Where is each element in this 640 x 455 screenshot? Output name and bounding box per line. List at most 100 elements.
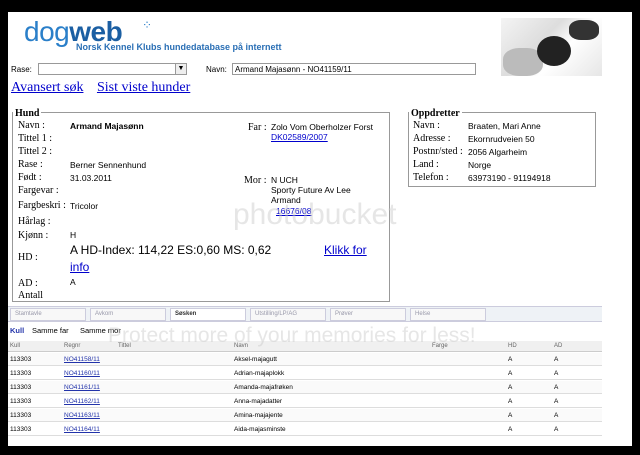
hd-label: HD : — [18, 252, 38, 263]
breeder-address: Ekornrudveien 50 — [468, 134, 535, 144]
table-row[interactable]: 113303 NO41158/11 Aksel-majagutt A A — [8, 353, 602, 366]
ad-label: AD : — [18, 278, 38, 289]
oppdretter-title: Oppdretter — [409, 108, 462, 119]
dog-birthdate: 31.03.2011 — [70, 173, 112, 183]
cell-ad: A — [554, 398, 559, 405]
cell-kull: 113303 — [10, 370, 32, 377]
cell-hd: A — [508, 384, 513, 391]
col-navn: Navn — [234, 343, 249, 349]
tab-prover[interactable]: Prøver — [330, 308, 406, 321]
breeder-land-label: Land : — [413, 159, 439, 170]
cell-regnr-link[interactable]: NO41158/11 — [64, 356, 100, 363]
subtab-samme-mor[interactable]: Samme mor — [80, 326, 121, 335]
mor-name-cont: Armand — [271, 195, 301, 205]
advanced-search-link[interactable]: Avansert søk — [11, 80, 83, 95]
tab-helse[interactable]: Helse — [410, 308, 486, 321]
breeder-country: Norge — [468, 160, 492, 170]
dog-color: Tricolor — [70, 201, 99, 211]
col-ad: AD — [554, 343, 563, 349]
tab-utstilling[interactable]: Utstilling/LP/AG — [250, 308, 326, 321]
hund-title: Hund — [13, 108, 42, 119]
far-label: Far : — [248, 122, 267, 133]
cell-kull: 113303 — [10, 384, 32, 391]
cell-kull: 113303 — [10, 426, 32, 433]
tab-sosken[interactable]: Søsken — [170, 308, 246, 321]
cell-kull: 113303 — [10, 356, 32, 363]
fargevar-label: Fargevar : — [18, 185, 59, 196]
table-row[interactable]: 113303 NO41162/11 Anna-majadatter A A — [8, 395, 602, 408]
dog-photo — [501, 18, 602, 76]
tab-stamtavle[interactable]: Stamtavle — [10, 308, 86, 321]
tittel1-label: Tittel 1 : — [18, 133, 53, 144]
breeder-adresse-label: Adresse : — [413, 133, 451, 144]
cell-ad: A — [554, 356, 559, 363]
cell-kull: 113303 — [10, 412, 32, 419]
dog-ad: A — [70, 277, 76, 287]
cell-regnr-link[interactable]: NO41161/11 — [64, 384, 100, 391]
recent-dogs-link[interactable]: Sist viste hunder — [97, 80, 190, 95]
subtab-samme-far[interactable]: Samme far — [32, 326, 69, 335]
col-hd: HD — [508, 343, 517, 349]
cell-navn: Anna-majadatter — [234, 398, 283, 405]
dog-sex: H — [70, 230, 77, 240]
cell-ad: A — [554, 426, 559, 433]
far-reg-link[interactable]: DK02589/2007 — [271, 132, 328, 142]
cell-navn: Adrian-majaplokk — [234, 370, 285, 377]
dog-breed: Berner Sennenhund — [70, 160, 147, 170]
cell-hd: A — [508, 412, 513, 419]
paw-icon: ⁘ — [142, 18, 153, 32]
cell-regnr-link[interactable]: NO41163/11 — [64, 412, 100, 419]
cell-navn: Amanda-majafrøken — [234, 384, 293, 391]
rase-field-label: Rase : — [18, 159, 43, 170]
tab-avkom[interactable]: Avkom — [90, 308, 166, 321]
navn-field-label: Navn : — [18, 120, 45, 131]
table-row[interactable]: 113303 NO41160/11 Adrian-majaplokk A A — [8, 367, 602, 380]
navn-input[interactable] — [232, 63, 476, 75]
breeder-navn-label: Navn : — [413, 120, 440, 131]
breeder-phone: 63973190 - 91194918 — [468, 173, 551, 183]
cell-regnr-link[interactable]: NO41164/11 — [64, 426, 100, 433]
cell-navn: Amina-majajente — [234, 412, 283, 419]
table-row[interactable]: 113303 NO41164/11 Aida-majasminste A A — [8, 423, 602, 436]
dog-name: Armand Majasønn — [70, 121, 144, 131]
col-kull: Kull — [10, 343, 21, 349]
hd-result: A HD-Index: 114,22 ES:0,60 MS: 0,62 — [70, 243, 272, 257]
cell-ad: A — [554, 370, 559, 377]
col-tittel: Tittel — [118, 343, 131, 349]
far-name: Zolo Vom Oberholzer Forst — [271, 122, 374, 132]
subtab-kull[interactable]: Kull — [10, 326, 24, 335]
tagline: Norsk Kennel Klubs hundedatabase på inte… — [76, 42, 282, 52]
mor-title: N UCH — [271, 175, 298, 185]
chevron-down-icon[interactable]: ▼ — [175, 64, 186, 74]
table-row[interactable]: 113303 NO41161/11 Amanda-majafrøken A A — [8, 381, 602, 394]
cell-regnr-link[interactable]: NO41160/11 — [64, 370, 100, 377]
cell-hd: A — [508, 398, 513, 405]
cell-hd: A — [508, 426, 513, 433]
kjonn-label: Kjønn : — [18, 230, 49, 241]
table-header: Kull Regnr Tittel Navn Farge HD AD — [8, 341, 602, 352]
rase-select[interactable]: ▼ — [38, 63, 187, 75]
tittel2-label: Tittel 2 : — [18, 146, 53, 157]
mor-label: Mor : — [244, 175, 267, 186]
page-edge — [602, 12, 632, 446]
cell-hd: A — [508, 370, 513, 377]
breeder-telefon-label: Telefon : — [413, 172, 449, 183]
table-row[interactable]: 113303 NO41163/11 Amina-majajente A A — [8, 409, 602, 422]
hund-panel — [12, 112, 390, 302]
cell-kull: 113303 — [10, 398, 32, 405]
col-regnr: Regnr — [64, 343, 81, 349]
fodt-label: Født : — [18, 172, 42, 183]
mor-name: Sporty Future Av Lee — [271, 185, 351, 195]
hd-info-link[interactable]: Klikk for — [324, 243, 367, 257]
hd-info-link-cont[interactable]: info — [70, 260, 89, 274]
navn-label: Navn: — [206, 65, 227, 74]
breeder-postnr-label: Postnr/sted : — [413, 146, 463, 157]
cell-regnr-link[interactable]: NO41162/11 — [64, 398, 100, 405]
cell-navn: Aksel-majagutt — [234, 356, 277, 363]
harlag-label: Hårlag : — [18, 216, 51, 227]
mor-reg-link[interactable]: 16676/08 — [276, 206, 311, 216]
cell-ad: A — [554, 384, 559, 391]
fargebeskr-label: Fargbeskri : — [18, 200, 66, 211]
breeder-name: Braaten, Mari Anne — [468, 121, 541, 131]
cell-ad: A — [554, 412, 559, 419]
